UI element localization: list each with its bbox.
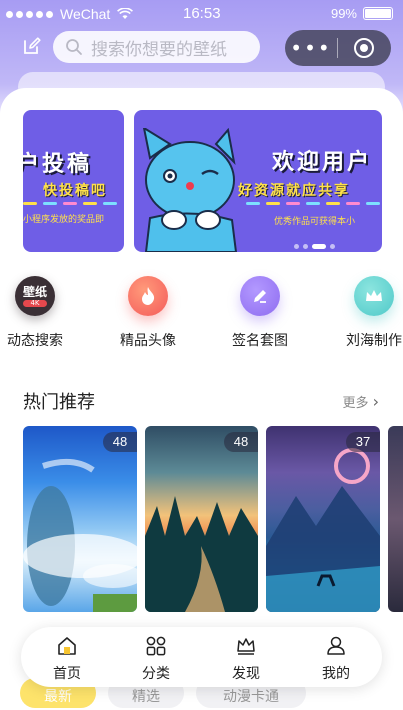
tab-label: 发现 <box>232 666 260 682</box>
entry-label: 刘海制作 <box>346 333 402 349</box>
main-content-card: 户投稿 快投稿吧 小程序发放的奖品即 欢迎用户 好资源就应共享 优秀作品可获得本… <box>0 88 403 710</box>
entry-label: 签名套图 <box>232 333 288 349</box>
battery-percent: 99% <box>330 6 357 21</box>
wallpaper-card[interactable]: 48 <box>23 426 137 612</box>
search-bar[interactable]: 搜索你想要的壁纸 <box>53 31 260 63</box>
bottom-tab-bar: 首页 分类 发现 我的 <box>21 627 382 687</box>
banner-slide-note: 小程序发放的奖品即 <box>23 215 105 225</box>
wallpaper-count-badge: 37 <box>346 432 380 452</box>
entry-label: 动态搜索 <box>7 333 63 349</box>
flame-icon <box>128 276 168 316</box>
tab-discover[interactable]: 发现 <box>216 635 276 683</box>
more-menu-icon[interactable]: ••• <box>285 30 337 66</box>
entry-signature-set[interactable]: 签名套图 <box>215 276 305 350</box>
wallpaper-moon-deer-image <box>266 448 380 612</box>
close-miniprogram-button[interactable] <box>338 38 390 58</box>
wallpaper-card[interactable]: 48 <box>145 426 258 612</box>
banner-slide-title: 户投稿 <box>23 152 93 177</box>
tab-label: 我的 <box>322 666 350 682</box>
crown-icon <box>354 276 394 316</box>
see-more-link[interactable]: 更多 › <box>342 392 379 411</box>
tab-label: 首页 <box>53 666 81 682</box>
wifi-icon <box>117 8 134 19</box>
pen-icon <box>240 276 280 316</box>
entry-label: 精品头像 <box>120 333 176 349</box>
edit-icon[interactable] <box>22 36 42 56</box>
battery-icon <box>363 7 393 20</box>
search-placeholder: 搜索你想要的壁纸 <box>91 39 227 60</box>
section-title: 热门推荐 <box>23 392 95 413</box>
blue-cat-mascot-icon <box>142 128 238 252</box>
wallpaper-count-badge: 48 <box>224 432 258 452</box>
wallpaper-sunset-forest-image <box>145 496 258 612</box>
banner-dashes <box>246 202 380 205</box>
tab-mine[interactable]: 我的 <box>306 635 366 683</box>
carousel-dots <box>294 244 335 249</box>
home-icon <box>58 637 76 655</box>
tab-category[interactable]: 分类 <box>126 635 186 683</box>
miniprogram-capsule: ••• <box>285 30 391 66</box>
chevron-right-icon: › <box>372 392 379 411</box>
banner-slide-previous[interactable]: 户投稿 快投稿吧 小程序发放的奖品即 <box>23 110 124 252</box>
navbar: 搜索你想要的壁纸 ••• <box>0 28 403 68</box>
banner-slide-title: 欢迎用户 <box>272 150 373 175</box>
status-bar: WeChat 16:53 99% <box>0 0 403 28</box>
wallpaper-4k-icon: 壁纸 4K <box>15 276 55 316</box>
user-icon <box>327 636 345 655</box>
category-grid-icon <box>146 636 166 656</box>
close-ring-icon <box>354 38 374 58</box>
carrier-name: WeChat <box>60 6 111 22</box>
tab-home[interactable]: 首页 <box>37 635 97 683</box>
crown-icon <box>237 638 255 655</box>
wallpaper-card-partial[interactable] <box>388 426 403 612</box>
entry-notch-maker[interactable]: 刘海制作 <box>329 276 403 350</box>
entry-badge-sub: 4K <box>22 299 47 307</box>
wallpaper-card[interactable]: 37 <box>266 426 380 612</box>
banner-slide-note: 优秀作品可获得本小 <box>274 217 356 227</box>
wallpaper-floating-island-image <box>23 458 137 612</box>
wallpaper-count-badge: 48 <box>103 432 137 452</box>
banner-slide-current[interactable]: 欢迎用户 好资源就应共享 优秀作品可获得本小 <box>134 110 382 252</box>
banner-slide-subtitle: 好资源就应共享 <box>238 183 350 199</box>
see-more-label: 更多 <box>342 396 369 411</box>
banner-slide-subtitle: 快投稿吧 <box>43 183 107 199</box>
search-icon <box>66 39 82 55</box>
entry-premium-avatar[interactable]: 精品头像 <box>103 276 193 350</box>
banner-dashes <box>23 202 117 205</box>
entry-dynamic-search[interactable]: 壁纸 4K 动态搜索 <box>0 276 80 350</box>
tab-label: 分类 <box>142 666 170 682</box>
quick-entry-row: 壁纸 4K 动态搜索 精品头像 签名套图 刘海制作 <box>0 276 403 356</box>
status-time: 16:53 <box>183 5 221 22</box>
banner-carousel[interactable]: 户投稿 快投稿吧 小程序发放的奖品即 欢迎用户 好资源就应共享 优秀作品可获得本… <box>0 110 403 255</box>
signal-indicator: WeChat <box>6 6 134 22</box>
entry-badge-text: 壁纸 <box>22 284 47 299</box>
